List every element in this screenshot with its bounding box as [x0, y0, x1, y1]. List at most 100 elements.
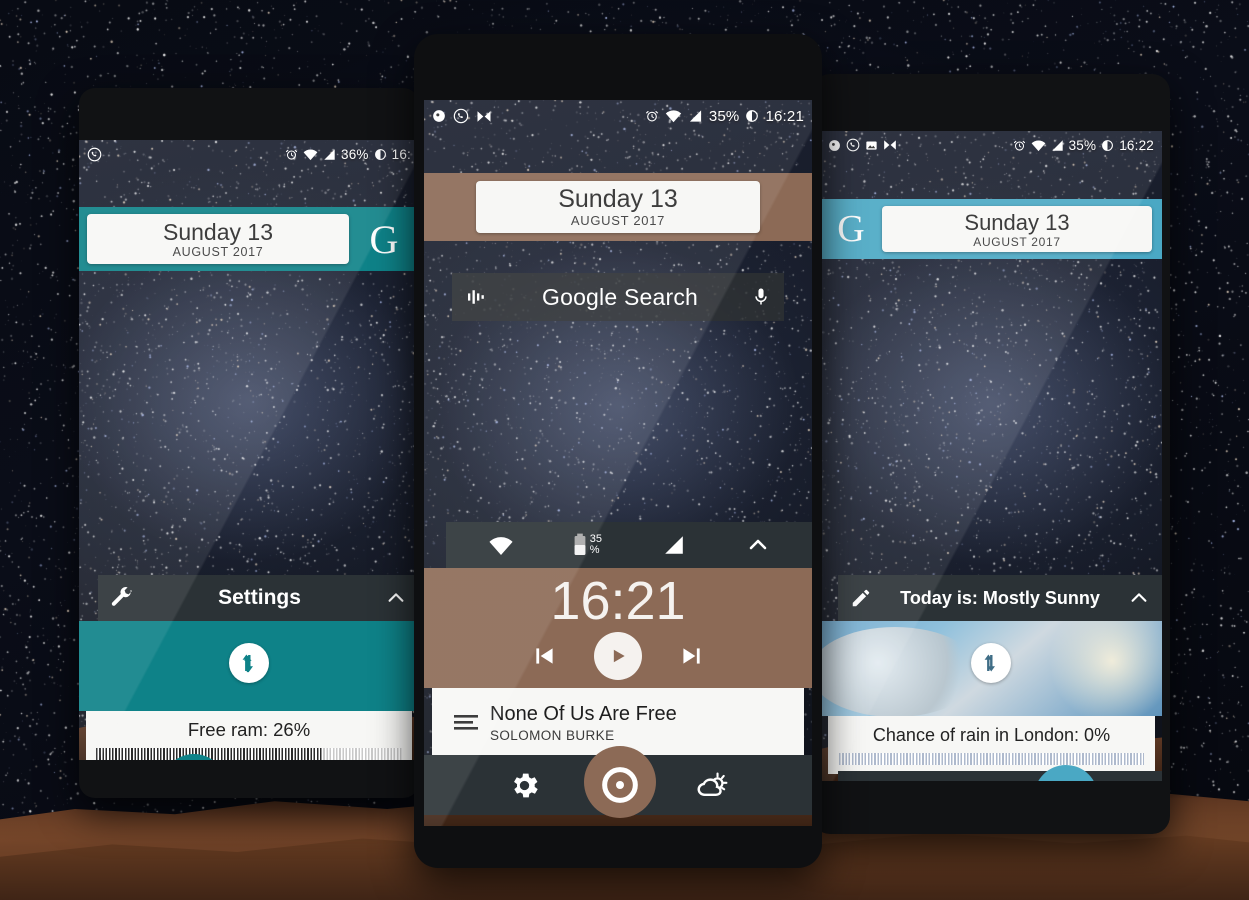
date-month: AUGUST 2017 [570, 213, 666, 228]
status-clock: 16:22 [1119, 137, 1154, 153]
chevron-up-icon[interactable] [1128, 587, 1150, 609]
date-card[interactable]: Sunday 13 AUGUST 2017 [882, 206, 1152, 252]
date-widget[interactable]: Sunday 13 AUGUST 2017 G [79, 207, 419, 271]
microphone-icon[interactable] [752, 286, 770, 308]
google-logo-letter: G [369, 216, 399, 262]
date-card[interactable]: Sunday 13 AUGUST 2017 [87, 214, 349, 264]
battery-percent: 35% [708, 107, 740, 125]
status-right-cluster: 35% 16:22 [1013, 138, 1154, 153]
alarm-icon [1013, 139, 1026, 152]
date-day: Sunday 13 [163, 218, 273, 245]
alarm-icon [645, 109, 659, 123]
wrench-icon [110, 586, 134, 610]
moon-icon [1101, 139, 1114, 152]
sync-arrows-icon [242, 654, 253, 673]
signal-icon [688, 109, 703, 123]
rain-progress-bar [839, 753, 1144, 765]
equalizer-icon[interactable] [466, 288, 488, 306]
date-month: AUGUST 2017 [172, 244, 264, 259]
widget-header-settings[interactable]: Settings [98, 575, 419, 621]
date-day: Sunday 13 [964, 209, 1070, 235]
status-right-cluster: 35% 16:21 [645, 108, 804, 125]
dock-item-settings[interactable] [901, 771, 947, 781]
status-bar: 35% 16:21 [424, 100, 812, 132]
pencil-icon [850, 587, 872, 609]
media-icon [883, 139, 897, 151]
partly-cloudy-icon [694, 770, 730, 801]
widget-header-weather[interactable]: Today is: Mostly Sunny [838, 575, 1162, 621]
photo-icon [865, 139, 878, 152]
widget-dock [424, 746, 812, 818]
dock-item-settings[interactable] [499, 755, 549, 815]
google-logo[interactable]: G [820, 207, 882, 251]
previous-icon[interactable] [532, 643, 558, 669]
battery-indicator[interactable]: 35 % [573, 533, 602, 557]
track-title: None Of Us Are Free [490, 703, 677, 725]
status-left-icons [87, 147, 102, 162]
chevron-up-icon[interactable] [385, 587, 407, 609]
rain-progress-fill [839, 753, 1144, 765]
center-phone: 35% 16:21 Sunday 13 AUGUST 2017 Google S… [414, 34, 822, 868]
battery-unit: % [589, 544, 600, 556]
widget-weather-panel [820, 621, 1162, 716]
wifi-icon [303, 148, 318, 161]
battery-percent: 36% [341, 146, 369, 162]
signal-icon [1051, 139, 1064, 152]
date-card[interactable]: Sunday 13 AUGUST 2017 [476, 181, 760, 233]
google-logo-letter: G [837, 208, 865, 250]
whatsapp-icon [453, 108, 469, 124]
dock-item-weather[interactable] [1033, 765, 1099, 781]
status-bar: 36% 16: [79, 140, 419, 168]
battery-percent: 35% [1068, 137, 1097, 153]
disc-icon [600, 765, 640, 805]
status-left-icons [432, 108, 492, 124]
date-month: AUGUST 2017 [973, 234, 1061, 249]
dock-item-music[interactable] [583, 746, 657, 818]
music-clock: 16:21 [550, 571, 686, 631]
widget-info-text: Free ram: 26% [187, 719, 311, 740]
signal-icon[interactable] [661, 534, 687, 556]
sun-glow [1042, 621, 1162, 716]
status-bar: 35% 16:22 [820, 131, 1162, 159]
moon-icon [374, 148, 387, 161]
ram-progress-bar [96, 748, 402, 760]
playlist-icon[interactable] [454, 713, 478, 733]
google-logo[interactable]: G [349, 216, 419, 263]
sync-button[interactable] [229, 643, 269, 683]
date-widget[interactable]: G Sunday 13 AUGUST 2017 [820, 199, 1162, 259]
wifi-icon [665, 109, 682, 123]
play-button[interactable] [594, 632, 642, 680]
widget-header-title: Today is: Mostly Sunny [900, 587, 1100, 608]
sync-button[interactable] [971, 643, 1011, 683]
dock-item-weather[interactable] [687, 755, 737, 815]
cloud-shape [820, 627, 980, 716]
widget-header-title: Settings [218, 586, 301, 609]
google-search-bar[interactable]: Google Search [452, 273, 784, 321]
signal-icon [323, 148, 336, 161]
track-artist: SOLOMON BURKE [490, 728, 615, 743]
date-widget[interactable]: Sunday 13 AUGUST 2017 [424, 173, 812, 241]
battery-icon [574, 533, 586, 555]
dock-item-music[interactable] [967, 771, 1011, 781]
status-clock: 16:21 [765, 107, 804, 125]
wifi-icon[interactable] [488, 535, 514, 556]
media-icon [476, 110, 492, 123]
center-phone-screen: 35% 16:21 Sunday 13 AUGUST 2017 Google S… [424, 100, 812, 826]
chevron-up-icon[interactable] [746, 533, 770, 557]
gear-icon [508, 769, 541, 802]
status-clock: 16: [391, 146, 411, 162]
moon-icon [745, 109, 759, 123]
play-icon [613, 649, 625, 663]
widget-info-card: Free ram: 26% [86, 711, 412, 760]
next-icon[interactable] [678, 643, 704, 669]
whatsapp-icon [87, 147, 102, 162]
wifi-icon [1031, 139, 1046, 152]
status-left-icons [828, 138, 897, 152]
snapchat-icon [432, 109, 446, 123]
status-right-cluster: 36% 16: [285, 147, 411, 162]
left-phone-screen: 36% 16: Sunday 13 AUGUST 2017 G Settings [79, 140, 419, 760]
whatsapp-icon [846, 138, 860, 152]
widget-header-music[interactable]: 35 % [446, 522, 812, 568]
widget-info-text: Chance of rain in London: 0% [872, 725, 1111, 745]
date-day: Sunday 13 [558, 185, 678, 213]
